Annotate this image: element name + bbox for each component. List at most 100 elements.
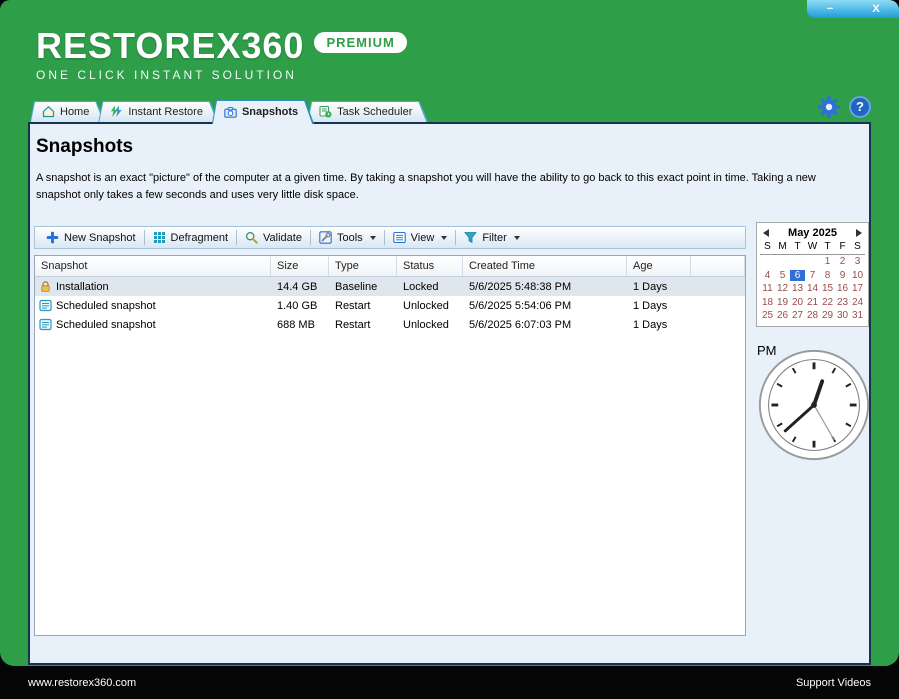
next-month-button[interactable]: [853, 227, 865, 239]
calendar-day[interactable]: 9: [835, 270, 850, 281]
calendar-day[interactable]: 19: [775, 297, 790, 308]
dropdown-arrow-icon: [514, 236, 520, 240]
app-window: − X RESTOREX360 PREMIUM ONE CLICK INSTAN…: [0, 0, 899, 666]
calendar-day[interactable]: 6: [790, 270, 805, 281]
prev-month-button[interactable]: [760, 227, 772, 239]
table-row[interactable]: Scheduled snapshot 688 MB Restart Unlock…: [35, 315, 745, 334]
dropdown-arrow-icon: [370, 236, 376, 240]
calendar-day[interactable]: 5: [775, 270, 790, 281]
analog-clock: [756, 347, 872, 463]
filter-button[interactable]: Filter: [456, 227, 527, 248]
calendar-day-headers: SMTWTFS: [760, 240, 865, 255]
column-header-empty: [691, 256, 745, 276]
view-icon: [393, 231, 406, 244]
calendar-day[interactable]: 2: [835, 256, 850, 267]
calendar-day[interactable]: 25: [760, 310, 775, 321]
validate-button[interactable]: Validate: [237, 227, 310, 248]
cell-created-time: 5/6/2025 6:07:03 PM: [463, 319, 627, 331]
calendar-day-header: T: [790, 241, 805, 252]
filter-label: Filter: [482, 232, 506, 244]
chevron-left-icon: [763, 229, 769, 237]
cell-snapshot-name: Scheduled snapshot: [56, 319, 156, 331]
calendar-day[interactable]: 12: [775, 283, 790, 294]
column-header-size[interactable]: Size: [271, 256, 329, 276]
snapshot-toolbar: New Snapshot Defragment: [34, 226, 746, 249]
tab-task-scheduler[interactable]: Task Scheduler: [307, 101, 428, 122]
calendar-day[interactable]: 26: [775, 310, 790, 321]
calendar-day[interactable]: 31: [850, 310, 865, 321]
cell-size: 14.4 GB: [271, 281, 329, 293]
column-header-created-time[interactable]: Created Time: [463, 256, 627, 276]
calendar-day[interactable]: 23: [835, 297, 850, 308]
table-row[interactable]: Installation 14.4 GB Baseline Locked 5/6…: [35, 277, 745, 296]
calendar-day-header: S: [760, 241, 775, 252]
calendar-day[interactable]: 8: [820, 270, 835, 281]
snapshot-table: Snapshot Size Type Status Created Time A…: [34, 255, 746, 636]
minimize-button[interactable]: −: [807, 0, 853, 18]
calendar-day[interactable]: 24: [850, 297, 865, 308]
tab-home[interactable]: Home: [30, 101, 105, 122]
calendar-month-label: May 2025: [788, 227, 837, 239]
calendar-day[interactable]: 17: [850, 283, 865, 294]
defragment-button[interactable]: Defragment: [145, 227, 236, 248]
table-row[interactable]: Scheduled snapshot 1.40 GB Restart Unloc…: [35, 296, 745, 315]
calendar-day[interactable]: 28: [805, 310, 820, 321]
calendar-day[interactable]: 4: [760, 270, 775, 281]
calendar-day[interactable]: 11: [760, 283, 775, 294]
calendar-day[interactable]: 22: [820, 297, 835, 308]
page-title: Snapshots: [36, 136, 133, 158]
calendar-day-header: T: [820, 241, 835, 252]
tab-label: Home: [60, 106, 89, 118]
dropdown-arrow-icon: [441, 236, 447, 240]
new-snapshot-label: New Snapshot: [64, 232, 136, 244]
cell-snapshot-name: Installation: [56, 281, 109, 293]
calendar-day[interactable]: 21: [805, 297, 820, 308]
snapshots-panel: Snapshots A snapshot is an exact "pictur…: [28, 122, 871, 665]
calendar-day[interactable]: 7: [805, 270, 820, 281]
brand-logo: RESTOREX360 PREMIUM ONE CLICK INSTANT SO…: [36, 28, 407, 82]
support-videos-link[interactable]: Support Videos: [796, 677, 871, 689]
calendar-day[interactable]: 13: [790, 283, 805, 294]
column-header-snapshot[interactable]: Snapshot: [35, 256, 271, 276]
cell-size: 688 MB: [271, 319, 329, 331]
view-button[interactable]: View: [385, 227, 456, 248]
new-snapshot-button[interactable]: New Snapshot: [38, 227, 144, 248]
cell-type: Restart: [329, 300, 397, 312]
calendar-day[interactable]: 27: [790, 310, 805, 321]
cell-type: Restart: [329, 319, 397, 331]
tab-instant-restore[interactable]: Instant Restore: [98, 101, 219, 122]
calendar-day[interactable]: 1: [820, 256, 835, 267]
column-header-age[interactable]: Age: [627, 256, 691, 276]
calendar-day[interactable]: 29: [820, 310, 835, 321]
tab-bar: Home Instant Restore Snapshots: [30, 98, 421, 122]
calendar-day[interactable]: 18: [760, 297, 775, 308]
cell-status: Unlocked: [397, 319, 463, 331]
tab-snapshots[interactable]: Snapshots: [212, 100, 314, 124]
calendar-day[interactable]: 20: [790, 297, 805, 308]
column-header-status[interactable]: Status: [397, 256, 463, 276]
cell-age: 1 Days: [627, 319, 691, 331]
home-icon: [42, 105, 55, 118]
tools-button[interactable]: Tools: [311, 227, 384, 248]
column-header-type[interactable]: Type: [329, 256, 397, 276]
table-header: Snapshot Size Type Status Created Time A…: [35, 256, 745, 277]
calendar-day[interactable]: 15: [820, 283, 835, 294]
calendar-day[interactable]: 14: [805, 283, 820, 294]
help-icon[interactable]: ?: [849, 96, 871, 118]
view-label: View: [411, 232, 435, 244]
calendar-day[interactable]: 16: [835, 283, 850, 294]
task-scheduler-icon: [319, 105, 332, 118]
calendar-day-header: F: [835, 241, 850, 252]
calendar-day-header: M: [775, 241, 790, 252]
footer-bar: www.restorex360.com Support Videos: [0, 666, 899, 699]
calendar-day[interactable]: 3: [850, 256, 865, 267]
cell-age: 1 Days: [627, 300, 691, 312]
locked-snapshot-icon: [39, 280, 52, 293]
calendar-day[interactable]: 10: [850, 270, 865, 281]
close-button[interactable]: X: [853, 0, 899, 18]
cell-age: 1 Days: [627, 281, 691, 293]
calendar-day[interactable]: 30: [835, 310, 850, 321]
cell-status: Locked: [397, 281, 463, 293]
website-link[interactable]: www.restorex360.com: [28, 677, 136, 689]
settings-gear-icon[interactable]: [817, 95, 841, 119]
